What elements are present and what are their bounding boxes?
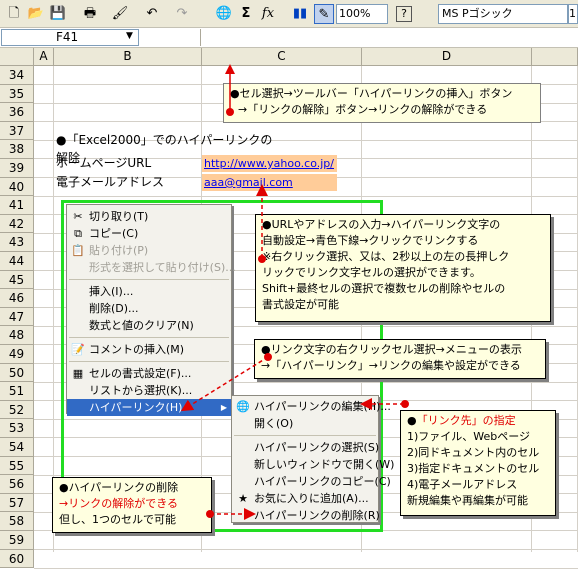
row-header[interactable]: 60 [0,549,34,569]
marker-dot [264,353,272,361]
annotation-arrows [180,64,404,520]
marker-dot [226,108,234,116]
arrow-to-hyperlink-menu [180,356,269,412]
marker-dot [206,510,214,518]
marker-dot [401,400,409,408]
gridline [34,567,578,569]
marker-dot [258,255,266,263]
arrowhead-icon [225,64,235,74]
